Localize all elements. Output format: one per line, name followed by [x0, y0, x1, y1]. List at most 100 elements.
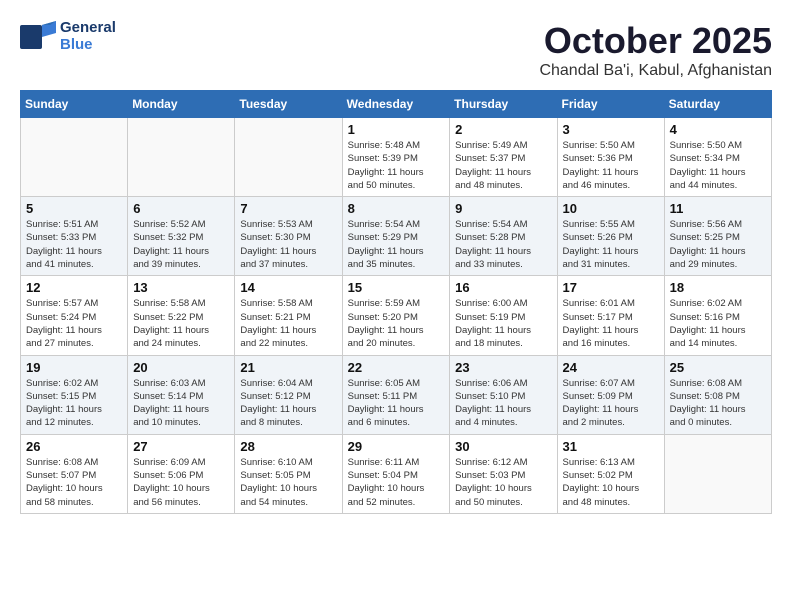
calendar-day-cell: [664, 434, 771, 513]
calendar-day-cell: 29Sunrise: 6:11 AM Sunset: 5:04 PM Dayli…: [342, 434, 450, 513]
logo: General Blue: [20, 20, 116, 53]
calendar-day-cell: 17Sunrise: 6:01 AM Sunset: 5:17 PM Dayli…: [557, 276, 664, 355]
weekday-header-friday: Friday: [557, 91, 664, 118]
day-number: 10: [563, 201, 659, 216]
day-info: Sunrise: 6:13 AM Sunset: 5:02 PM Dayligh…: [563, 456, 659, 509]
day-info: Sunrise: 5:49 AM Sunset: 5:37 PM Dayligh…: [455, 139, 551, 192]
weekday-header-sunday: Sunday: [21, 91, 128, 118]
day-info: Sunrise: 6:08 AM Sunset: 5:07 PM Dayligh…: [26, 456, 122, 509]
day-info: Sunrise: 6:12 AM Sunset: 5:03 PM Dayligh…: [455, 456, 551, 509]
day-number: 25: [670, 360, 766, 375]
calendar-day-cell: 16 Sunrise: 6:00 AM Sunset: 5:19 PM Dayli…: [450, 276, 557, 355]
day-number: 12: [26, 280, 122, 295]
calendar-week-row: 26 Sunrise: 6:08 AM Sunset: 5:07 PM Dayli…: [21, 434, 772, 513]
day-number: 8: [348, 201, 445, 216]
calendar-day-cell: [235, 118, 342, 197]
day-info: Sunrise: 6:06 AM Sunset: 5:10 PM Dayligh…: [455, 377, 551, 430]
day-number: 21: [240, 360, 336, 375]
day-number: 28: [240, 439, 336, 454]
calendar-day-cell: 24Sunrise: 6:07 AM Sunset: 5:09 PM Dayli…: [557, 355, 664, 434]
day-info: Sunrise: 6:03 AM Sunset: 5:14 PM Dayligh…: [133, 377, 229, 430]
calendar-day-cell: 5 Sunrise: 5:51 AM Sunset: 5:33 PM Daylig…: [21, 197, 128, 276]
logo-text-blue: Blue: [60, 37, 116, 54]
location-title: Chandal Ba'i, Kabul, Afghanistan: [539, 62, 772, 80]
day-number: 17: [563, 280, 659, 295]
day-number: 9: [455, 201, 551, 216]
day-info: Sunrise: 6:10 AM Sunset: 5:05 PM Dayligh…: [240, 456, 336, 509]
calendar-day-cell: 25 Sunrise: 6:08 AM Sunset: 5:08 PM Dayli…: [664, 355, 771, 434]
calendar-day-cell: 27 Sunrise: 6:09 AM Sunset: 5:06 PM Dayli…: [128, 434, 235, 513]
calendar-day-cell: 13 Sunrise: 5:58 AM Sunset: 5:22 PM Dayli…: [128, 276, 235, 355]
day-info: Sunrise: 6:02 AM Sunset: 5:15 PM Dayligh…: [26, 377, 122, 430]
calendar-day-cell: 3 Sunrise: 5:50 AM Sunset: 5:36 PM Daylig…: [557, 118, 664, 197]
calendar-day-cell: 19Sunrise: 6:02 AM Sunset: 5:15 PM Dayli…: [21, 355, 128, 434]
day-info: Sunrise: 5:58 AM Sunset: 5:22 PM Dayligh…: [133, 297, 229, 350]
weekday-header-saturday: Saturday: [664, 91, 771, 118]
calendar-day-cell: 21 Sunrise: 6:04 AM Sunset: 5:12 PM Dayli…: [235, 355, 342, 434]
day-number: 5: [26, 201, 122, 216]
logo-icon: [20, 21, 56, 53]
calendar-day-cell: 8 Sunrise: 5:54 AM Sunset: 5:29 PM Daylig…: [342, 197, 450, 276]
weekday-header-monday: Monday: [128, 91, 235, 118]
calendar-header-row: SundayMondayTuesdayWednesdayThursdayFrid…: [21, 91, 772, 118]
calendar-day-cell: 15Sunrise: 5:59 AM Sunset: 5:20 PM Dayli…: [342, 276, 450, 355]
day-number: 18: [670, 280, 766, 295]
day-info: Sunrise: 5:50 AM Sunset: 5:34 PM Dayligh…: [670, 139, 766, 192]
calendar-week-row: 5 Sunrise: 5:51 AM Sunset: 5:33 PM Daylig…: [21, 197, 772, 276]
day-info: Sunrise: 5:50 AM Sunset: 5:36 PM Dayligh…: [563, 139, 659, 192]
day-number: 20: [133, 360, 229, 375]
calendar-week-row: 12 Sunrise: 5:57 AM Sunset: 5:24 PM Dayli…: [21, 276, 772, 355]
calendar-day-cell: 18Sunrise: 6:02 AM Sunset: 5:16 PM Dayli…: [664, 276, 771, 355]
day-info: Sunrise: 6:11 AM Sunset: 5:04 PM Dayligh…: [348, 456, 445, 509]
day-info: Sunrise: 5:48 AM Sunset: 5:39 PM Dayligh…: [348, 139, 445, 192]
day-info: Sunrise: 5:53 AM Sunset: 5:30 PM Dayligh…: [240, 218, 336, 271]
day-number: 23: [455, 360, 551, 375]
calendar-day-cell: 2 Sunrise: 5:49 AM Sunset: 5:37 PM Daylig…: [450, 118, 557, 197]
day-number: 13: [133, 280, 229, 295]
calendar-day-cell: 28 Sunrise: 6:10 AM Sunset: 5:05 PM Dayli…: [235, 434, 342, 513]
calendar-day-cell: 31 Sunrise: 6:13 AM Sunset: 5:02 PM Dayli…: [557, 434, 664, 513]
calendar-day-cell: 20 Sunrise: 6:03 AM Sunset: 5:14 PM Dayli…: [128, 355, 235, 434]
weekday-header-thursday: Thursday: [450, 91, 557, 118]
day-number: 6: [133, 201, 229, 216]
day-number: 11: [670, 201, 766, 216]
calendar-day-cell: 30 Sunrise: 6:12 AM Sunset: 5:03 PM Dayli…: [450, 434, 557, 513]
calendar-day-cell: 22 Sunrise: 6:05 AM Sunset: 5:11 PM Dayli…: [342, 355, 450, 434]
day-number: 1: [348, 122, 445, 137]
day-number: 4: [670, 122, 766, 137]
day-info: Sunrise: 5:55 AM Sunset: 5:26 PM Dayligh…: [563, 218, 659, 271]
calendar-day-cell: 1 Sunrise: 5:48 AM Sunset: 5:39 PM Daylig…: [342, 118, 450, 197]
day-number: 30: [455, 439, 551, 454]
calendar-day-cell: [128, 118, 235, 197]
calendar-day-cell: 26 Sunrise: 6:08 AM Sunset: 5:07 PM Dayli…: [21, 434, 128, 513]
month-title: October 2025: [539, 20, 772, 62]
day-info: Sunrise: 5:51 AM Sunset: 5:33 PM Dayligh…: [26, 218, 122, 271]
calendar-day-cell: [21, 118, 128, 197]
day-number: 26: [26, 439, 122, 454]
calendar-day-cell: 12 Sunrise: 5:57 AM Sunset: 5:24 PM Dayli…: [21, 276, 128, 355]
calendar-table: SundayMondayTuesdayWednesdayThursdayFrid…: [20, 90, 772, 514]
day-number: 31: [563, 439, 659, 454]
day-number: 22: [348, 360, 445, 375]
day-info: Sunrise: 5:54 AM Sunset: 5:28 PM Dayligh…: [455, 218, 551, 271]
day-number: 16: [455, 280, 551, 295]
logo-text-general: General: [60, 20, 116, 37]
calendar-day-cell: 4 Sunrise: 5:50 AM Sunset: 5:34 PM Daylig…: [664, 118, 771, 197]
day-info: Sunrise: 6:07 AM Sunset: 5:09 PM Dayligh…: [563, 377, 659, 430]
day-info: Sunrise: 5:58 AM Sunset: 5:21 PM Dayligh…: [240, 297, 336, 350]
day-number: 27: [133, 439, 229, 454]
weekday-header-tuesday: Tuesday: [235, 91, 342, 118]
day-number: 2: [455, 122, 551, 137]
day-info: Sunrise: 5:54 AM Sunset: 5:29 PM Dayligh…: [348, 218, 445, 271]
day-info: Sunrise: 5:57 AM Sunset: 5:24 PM Dayligh…: [26, 297, 122, 350]
calendar-week-row: 1 Sunrise: 5:48 AM Sunset: 5:39 PM Daylig…: [21, 118, 772, 197]
day-number: 3: [563, 122, 659, 137]
day-info: Sunrise: 6:05 AM Sunset: 5:11 PM Dayligh…: [348, 377, 445, 430]
calendar-day-cell: 6Sunrise: 5:52 AM Sunset: 5:32 PM Daylig…: [128, 197, 235, 276]
calendar-day-cell: 14Sunrise: 5:58 AM Sunset: 5:21 PM Dayli…: [235, 276, 342, 355]
calendar-week-row: 19Sunrise: 6:02 AM Sunset: 5:15 PM Dayli…: [21, 355, 772, 434]
day-info: Sunrise: 6:08 AM Sunset: 5:08 PM Dayligh…: [670, 377, 766, 430]
day-info: Sunrise: 6:09 AM Sunset: 5:06 PM Dayligh…: [133, 456, 229, 509]
day-info: Sunrise: 6:00 AM Sunset: 5:19 PM Dayligh…: [455, 297, 551, 350]
day-info: Sunrise: 6:04 AM Sunset: 5:12 PM Dayligh…: [240, 377, 336, 430]
